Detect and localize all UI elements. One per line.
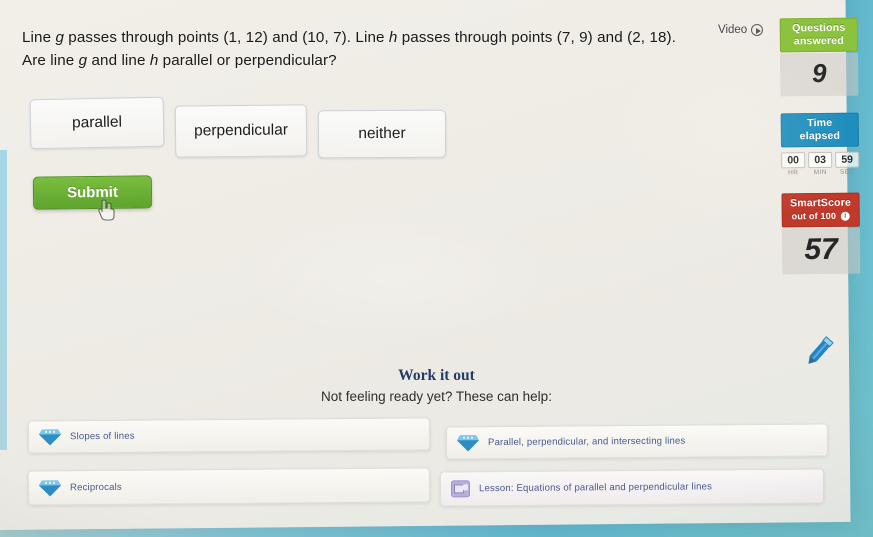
help-item-label: Slopes of lines [69, 430, 135, 443]
smartscore-badge: SmartScore out of 100 i [781, 192, 860, 228]
answer-choice-perpendicular[interactable]: perpendicular [174, 104, 308, 158]
answer-choice-parallel[interactable]: parallel [29, 96, 165, 150]
help-item-lesson-equations-parallel-perpendicular-lines[interactable]: Lesson: Equations of parallel and perpen… [439, 468, 825, 507]
gem-icon [456, 435, 479, 452]
gem-icon [38, 429, 61, 446]
timer-hours: 00 HR [781, 152, 806, 177]
work-it-out-subtitle: Not feeling ready yet? These can help: [321, 389, 552, 404]
page-content: Line g passes through points (1, 12) and… [0, 0, 873, 537]
help-item-slopes-of-lines[interactable]: Slopes of lines [27, 417, 431, 454]
submit-button-label: Submit [66, 183, 119, 202]
video-link-label: Video [718, 24, 748, 36]
elapsed-timer: 00 HR 03 MIN 59 SEC [781, 151, 860, 177]
screen-photo: Line g passes through points (1, 12) and… [0, 0, 873, 537]
questions-answered-badge-line-1: Questions [792, 21, 846, 35]
help-item-label: Parallel, perpendicular, and intersectin… [487, 435, 686, 449]
time-elapsed-badge: Time elapsed [780, 112, 860, 148]
help-item-label: Lesson: Equations of parallel and perpen… [478, 481, 713, 495]
questions-answered-badge-line-2: answered [793, 34, 844, 47]
timer-hours-value: 00 [781, 152, 806, 169]
smartscore-badge-line-1: SmartScore [790, 196, 852, 210]
question-var-g: g [55, 29, 64, 46]
smartscore-badge-line-2: out of 100 i [784, 209, 858, 222]
help-item-label: Reciprocals [69, 481, 122, 494]
question-text-part-4: and line [87, 52, 150, 69]
lesson-video-icon [450, 480, 471, 498]
gem-icon [38, 480, 61, 497]
answer-choice-label: neither [358, 124, 406, 143]
timer-seconds-value: 59 [835, 151, 860, 168]
question-text-part-2: passes through points (1, 12) and (10, 7… [63, 29, 389, 46]
timer-minutes-unit: MIN [813, 168, 827, 177]
questions-answered-badge: Questions answered [779, 17, 859, 53]
video-link[interactable]: Video [718, 24, 764, 36]
answer-choice-label: perpendicular [193, 121, 289, 140]
timer-minutes: 03 MIN [808, 151, 833, 177]
pencil-icon [808, 336, 834, 364]
answer-choice-label: parallel [71, 113, 123, 132]
timer-minutes-value: 03 [808, 151, 833, 169]
question-var-g-2: g [78, 52, 88, 69]
question-prompt: Line g passes through points (1, 12) and… [22, 26, 702, 72]
help-item-reciprocals[interactable]: Reciprocals [27, 467, 431, 506]
stats-panel: Questions answered 9 Time elapsed 00 HR … [779, 17, 861, 275]
question-text-part-5: parallel or perpendicular? [158, 52, 337, 69]
timer-hours-unit: HR [788, 169, 799, 177]
work-it-out-title: Work it out [398, 367, 475, 384]
smartscore-value: 57 [781, 227, 861, 275]
play-circle-icon [751, 24, 764, 36]
help-item-parallel-perpendicular-intersecting-lines[interactable]: Parallel, perpendicular, and intersectin… [445, 423, 829, 460]
timer-seconds: 59 SEC [835, 151, 860, 176]
smartscore-out-of-label: out of 100 [791, 210, 837, 221]
timer-seconds-unit: SEC [839, 168, 855, 176]
time-elapsed-badge-line-2: elapsed [799, 129, 841, 142]
submit-button[interactable]: Submit [32, 175, 153, 210]
question-text-part-1: Line [22, 29, 56, 46]
info-icon[interactable]: i [840, 211, 850, 221]
questions-answered-value: 9 [780, 52, 859, 97]
time-elapsed-badge-line-1: Time [807, 116, 833, 130]
answer-choice-neither[interactable]: neither [317, 109, 447, 159]
